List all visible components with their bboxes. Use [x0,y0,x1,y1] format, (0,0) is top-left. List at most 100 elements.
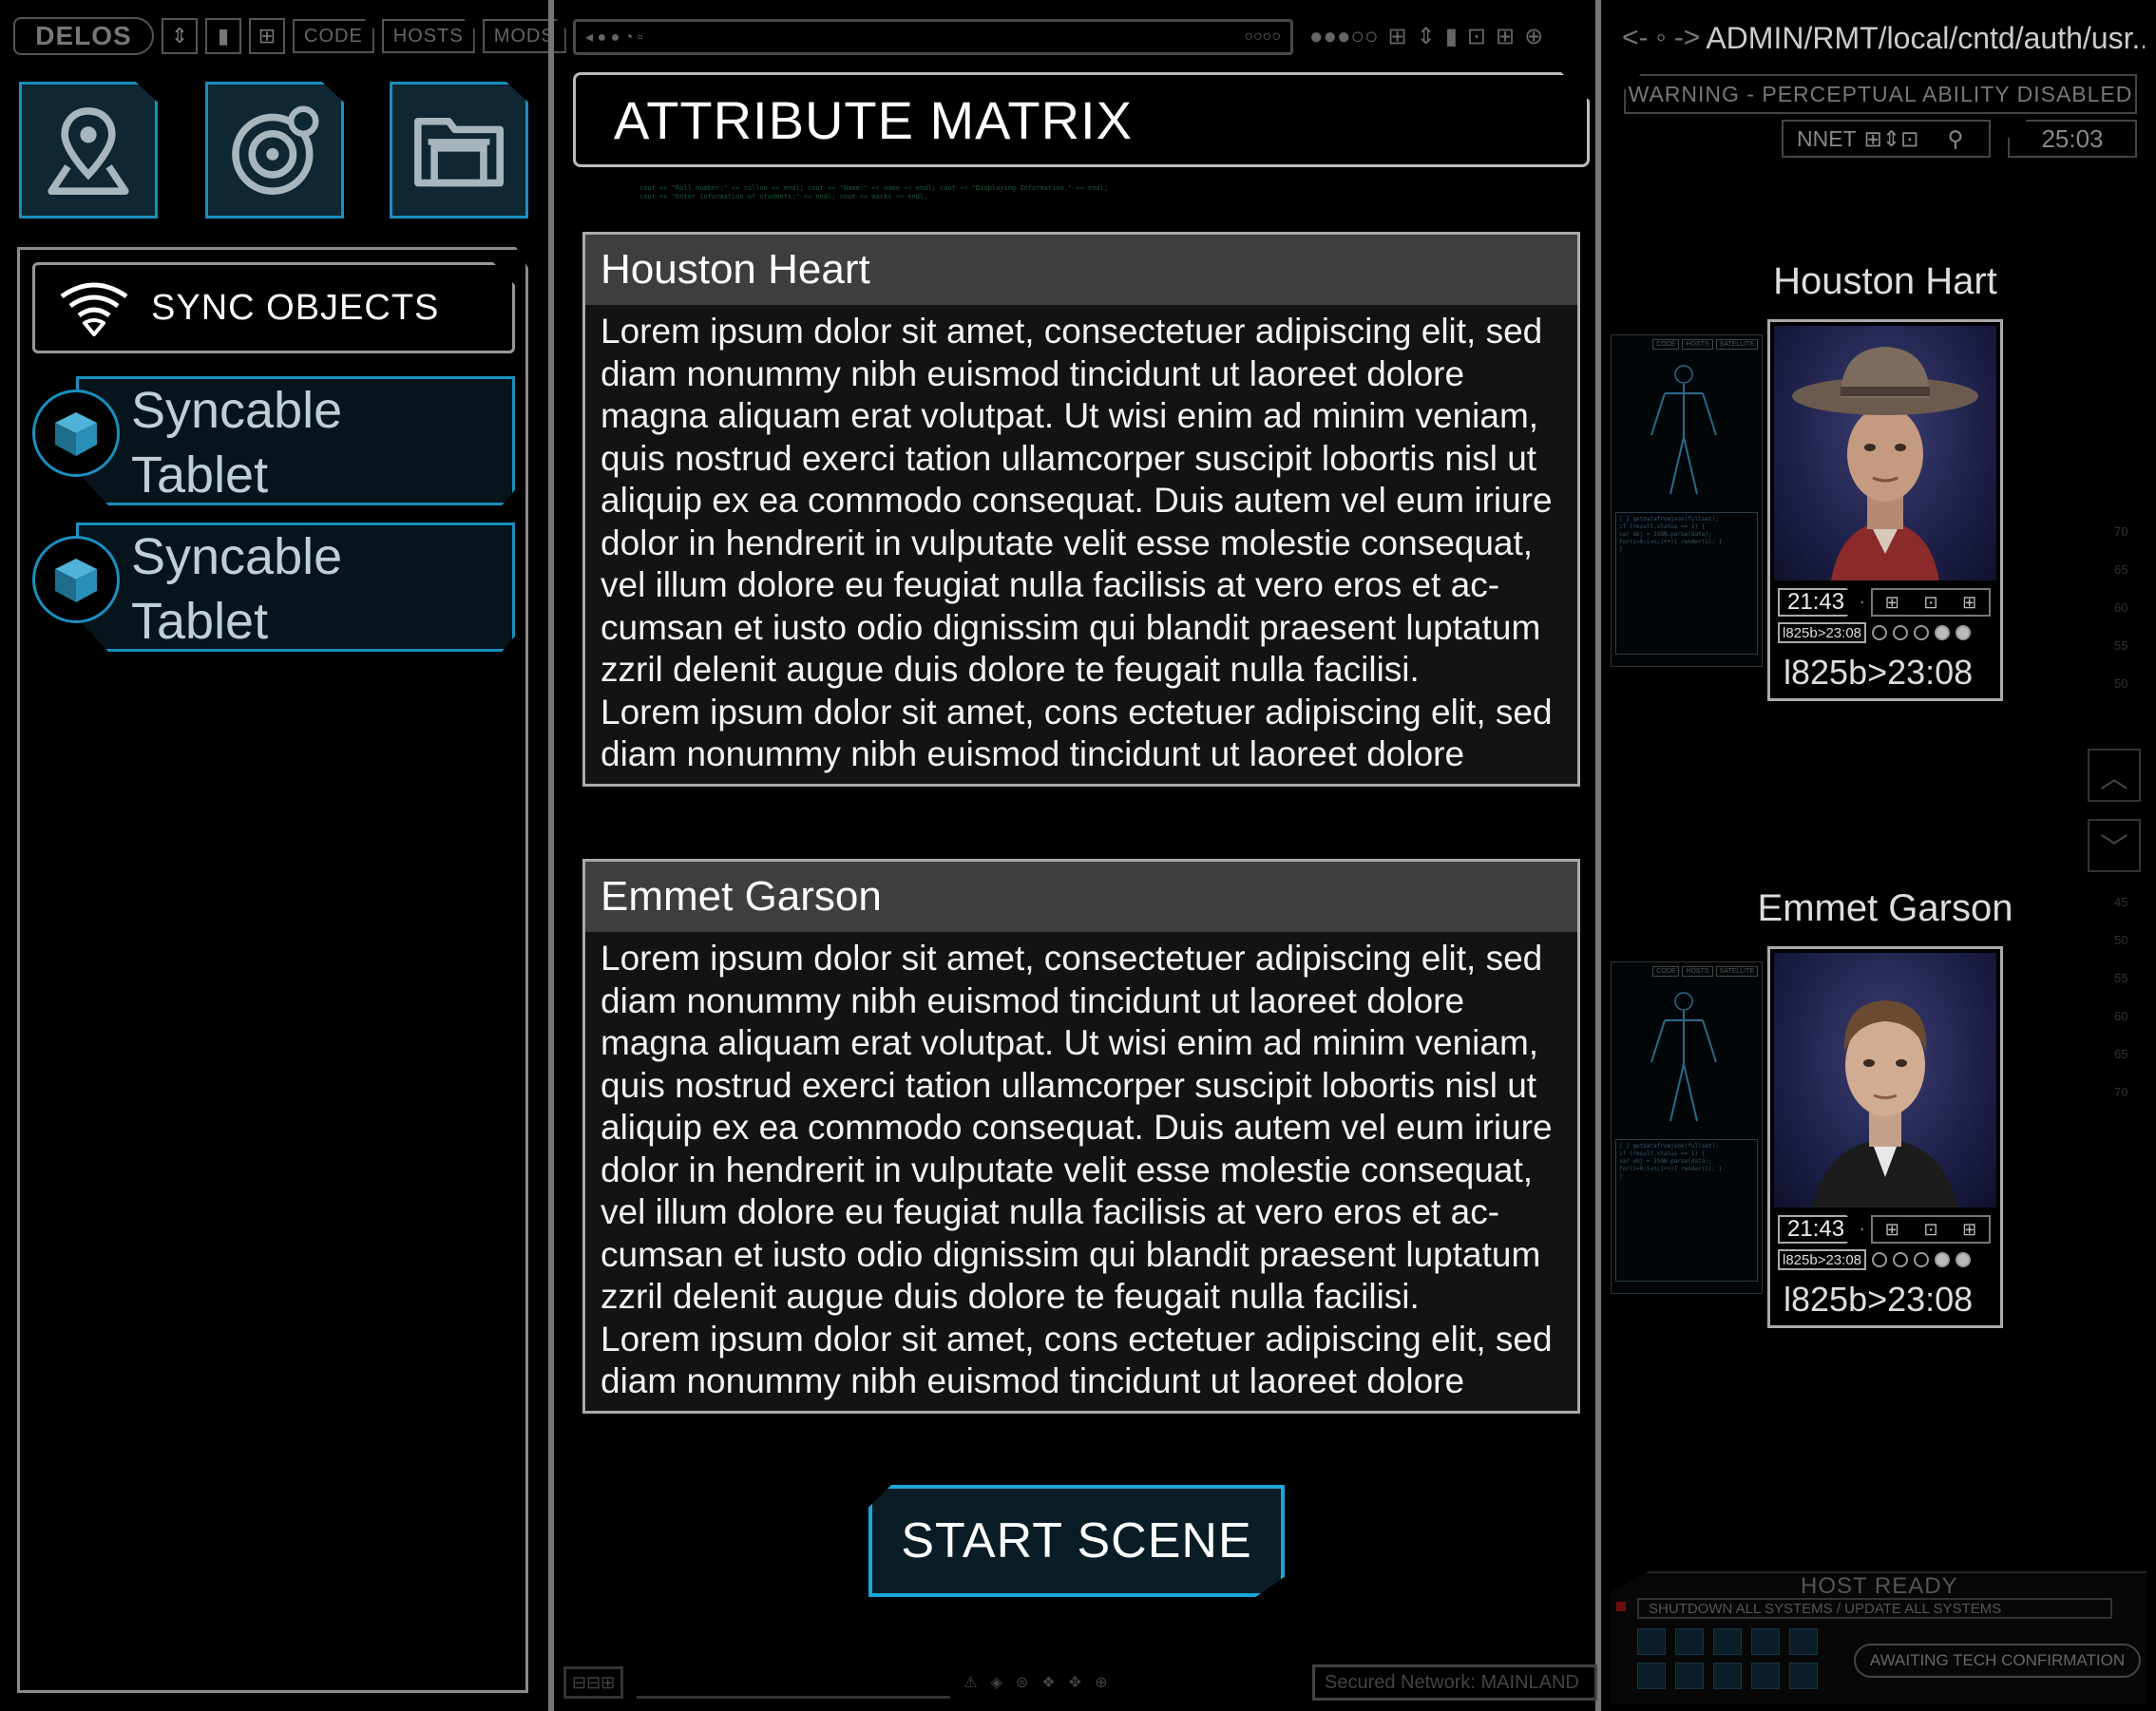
host-icons: ⊞ ⊡ ⊞ [1871,1215,1991,1244]
grid-icon[interactable]: ⊞ [1387,23,1406,50]
map-tile-button[interactable] [19,82,158,219]
attribute-card-name: Houston Heart [585,235,1577,305]
breadcrumb-path: ADMIN/RMT/local/cntd/auth/usr... [1706,20,2145,55]
group-icon[interactable] [1713,1663,1742,1689]
sync-item[interactable]: Syncable Tablet [32,376,515,505]
status-dot [1872,625,1887,640]
attribute-card-body: Lorem ipsum dolor sit amet, consectetuer… [585,305,1577,784]
status-dot [1935,1252,1950,1267]
host-code-small: l825b>23:08 [1778,622,1866,643]
start-scene-wrapper: START SCENE [868,1485,1285,1597]
move-icon[interactable]: ⊡ [1467,23,1486,50]
folder-drive-icon [414,117,504,187]
camera-icon[interactable] [1637,1663,1666,1689]
host-code-row: l825b>23:08 [1778,622,1971,643]
mini-tab[interactable]: CODE [1652,339,1680,350]
page-title-box: ATTRIBUTE MATRIX [573,72,1590,167]
chart-icon[interactable] [1637,1628,1666,1655]
mini-tab[interactable]: HOSTS [1682,339,1713,350]
orbit-tile-button[interactable] [205,82,344,219]
mini-tab[interactable]: SATELLITE [1715,966,1758,977]
attribute-card-text: Lorem ipsum dolor sit amet, consectetuer… [601,939,1553,1316]
host-portrait-card[interactable]: 21:43 ⊞ ⊡ ⊞ l825b>23:08 l825b>23:08 [1767,319,2003,701]
alert-indicator [1616,1602,1626,1611]
tablet-icon[interactable]: ▮ [205,18,241,54]
grid-icon[interactable]: ⊞ [1885,1220,1899,1240]
map-pin-icon [48,107,129,195]
cowboy-portrait [1792,347,1978,580]
mini-tab[interactable]: CODE [1652,966,1680,977]
sync-item[interactable]: Syncable Tablet [32,523,515,652]
screen-icon[interactable] [1751,1663,1780,1689]
window-icon[interactable] [1713,1628,1742,1655]
tab-code[interactable]: CODE [293,19,374,53]
grid-icon: ⊞⇕⊡ [1863,125,1919,151]
status-dot [1893,625,1908,640]
expand-icon[interactable]: ⊞ [1496,23,1515,50]
sync-item-badge [32,390,120,477]
status-dot [1956,1252,1971,1267]
host-time: 21:43 [1778,588,1863,617]
diamond-icon[interactable]: ◈ [991,1673,1002,1692]
host-status-row: 21:43 ⊞ ⊡ ⊞ [1778,588,1991,617]
expand-icon[interactable]: ⊞ [1962,1220,1976,1240]
awaiting-confirmation-pill[interactable]: AWAITING TECH CONFIRMATION [1854,1644,2141,1678]
scale-tick: 60 [2114,600,2128,615]
attribute-card: Emmet Garson Lorem ipsum dolor sit amet,… [582,859,1580,1414]
target-icon[interactable]: ⊕ [1095,1673,1107,1692]
shutdown-field[interactable]: SHUTDOWN ALL SYSTEMS / UPDATE ALL SYSTEM… [1637,1598,2112,1619]
nnet-status: NNET ⊞⇕⊡ ⚲ [1782,120,1991,158]
nav-arrows[interactable]: <- ◦ -> [1622,22,1700,54]
document-icon[interactable] [1751,1628,1780,1655]
status-icons: ◂ ● ● ◔ ▫ [585,29,643,46]
host-mini-panel: CODE HOSTS SATELLITE { } getdatafromjson… [1611,334,1763,667]
nodes-icon[interactable]: ❖ [1041,1673,1055,1692]
grid-icon[interactable]: ⊞ [1885,593,1899,613]
layout-icon[interactable]: ⊟⊟⊞ [563,1666,624,1699]
mini-code-block: { } getdatafromjson(fullset); if (result.… [1615,512,1758,655]
scale-tick: 70 [2114,1085,2128,1099]
host-mini-panel: CODE HOSTS SATELLITE { } getdatafromjson… [1611,961,1763,1294]
scroll-up-button[interactable]: ︿ [2088,749,2141,802]
move-icon[interactable]: ⊡ [1923,593,1937,613]
folder-tile-button[interactable] [390,82,528,219]
middle-panel: ◂ ● ● ◔ ▫ ○○○○ ●●●○○ ⊞ ⇕ ▮ ⊡ ⊞ ⊕ ATTRIBU… [548,0,1601,1711]
scale-bottom: 45 50 55 60 65 70 [2114,884,2127,1112]
start-scene-button[interactable]: START SCENE [868,1485,1285,1597]
scroll-down-button[interactable]: ﹀ [2088,819,2141,872]
expand-icon[interactable]: ⊞ [1962,593,1976,613]
crosshair-icon[interactable]: ⊕ [1524,23,1543,50]
mid-toolbar-icons: ●●●○○ ⊞ ⇕ ▮ ⊡ ⊞ ⊕ [1309,23,1543,50]
sync-objects-header: SYNC OBJECTS [32,262,515,353]
figure-icon: ⚲ [1947,125,1964,151]
monitor-icon[interactable] [1675,1628,1704,1655]
host-time: 21:43 [1778,1215,1863,1244]
host-icons: ⊞ ⊡ ⊞ [1871,588,1991,617]
menu-icon[interactable]: ⊜ [1016,1673,1028,1692]
move-icon[interactable]: ⊡ [1923,1220,1937,1240]
tools-icon[interactable] [1675,1663,1704,1689]
grid-move-icon[interactable]: ⊞ [249,18,285,54]
tablet-icon[interactable]: ▮ [1445,23,1458,50]
clock-display: 25:03 [2008,120,2137,158]
mini-tab[interactable]: HOSTS [1682,966,1713,977]
mini-tab[interactable]: SATELLITE [1715,339,1758,350]
host-portrait-card[interactable]: 21:43 ⊞ ⊡ ⊞ l825b>23:08 l825b>23:08 [1767,946,2003,1328]
tab-hosts[interactable]: HOSTS [381,19,475,53]
figure-icon[interactable] [1789,1628,1818,1655]
mid-status-bar: ◂ ● ● ◔ ▫ ○○○○ [573,19,1293,55]
decorative-code-strip: cout << "Roll number:" << rollno << endl… [639,184,1109,200]
scale-top: 70 65 60 55 50 [2114,513,2127,703]
host-ready-label: HOST READY [1801,1573,1958,1599]
sort-icon[interactable]: ⇕ [1417,23,1436,50]
scale-tick: 65 [2114,1047,2128,1061]
attribute-card: Houston Heart Lorem ipsum dolor sit amet… [582,232,1580,787]
attribute-card-text: Lorem ipsum dolor sit amet, cons ectetue… [601,1319,1553,1401]
scale-tick: 70 [2114,524,2128,539]
body-figure-icon [1650,365,1717,495]
attribute-card-name: Emmet Garson [585,862,1577,932]
left-panel: DELOS ⇕ ▮ ⊞ CODE HOSTS MODS SYNC OBJECTS… [0,0,566,1711]
sort-icon[interactable]: ⇕ [162,18,198,54]
move-icon[interactable]: ✥ [1069,1673,1081,1692]
network-icon[interactable] [1789,1663,1818,1689]
